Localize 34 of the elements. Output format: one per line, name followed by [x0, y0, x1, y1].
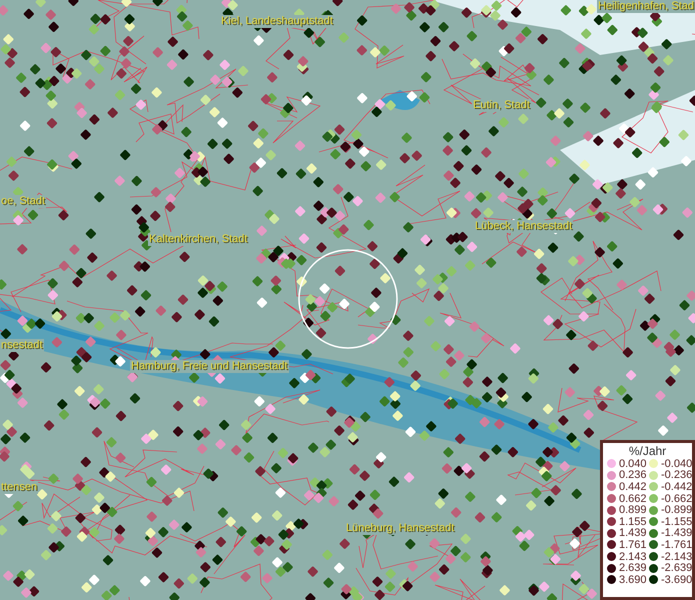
place-label: Kaltenkirchen, Stadt [148, 233, 248, 246]
place-label: ttensen [0, 481, 38, 494]
legend-label: 1.155 [619, 516, 647, 528]
legend-label: -0.662 [661, 492, 692, 505]
legend-label: 3.690 [619, 574, 647, 586]
legend-label: 0.662 [619, 492, 647, 505]
legend-label: -0.040 [661, 458, 692, 470]
legend-label: 0.236 [619, 469, 647, 482]
legend-label: -1.439 [661, 527, 692, 540]
legend-label: 1.761 [619, 538, 647, 551]
place-label: Hamburg, Freie und Hansestadt [130, 360, 289, 373]
legend-label: -0.236 [661, 469, 692, 482]
map-drawing[interactable] [0, 0, 695, 600]
place-label: oe, Stadt [0, 195, 46, 208]
legend-label: 2.143 [619, 550, 647, 563]
legend-label: 0.040 [619, 458, 647, 470]
place-label: Lübeck, Hansestadt [474, 220, 574, 233]
legend-label: -1.761 [661, 538, 692, 551]
legend-label: -0.899 [661, 504, 692, 516]
legend-label: -2.143 [661, 550, 692, 563]
place-label: Lüneburg, Hansestadt [345, 522, 456, 535]
legend-label: -2.639 [661, 562, 692, 574]
legend-label: 2.639 [619, 562, 647, 574]
place-label: Heiligenhafen, Stad [596, 0, 695, 13]
legend-title: %/Jahr [628, 444, 668, 458]
legend-label: 0.899 [619, 504, 647, 516]
legend-label: -1.155 [661, 516, 692, 528]
place-label: nsestadt [0, 339, 44, 352]
place-label: Eutin, Stadt [472, 99, 531, 112]
legend-label: -3.690 [661, 574, 692, 586]
legend-label: -0.442 [661, 480, 692, 493]
legend-label: 1.439 [619, 527, 647, 540]
legend-label: 0.442 [619, 480, 647, 493]
place-label: Kiel, Landeshauptstadt [220, 15, 334, 28]
